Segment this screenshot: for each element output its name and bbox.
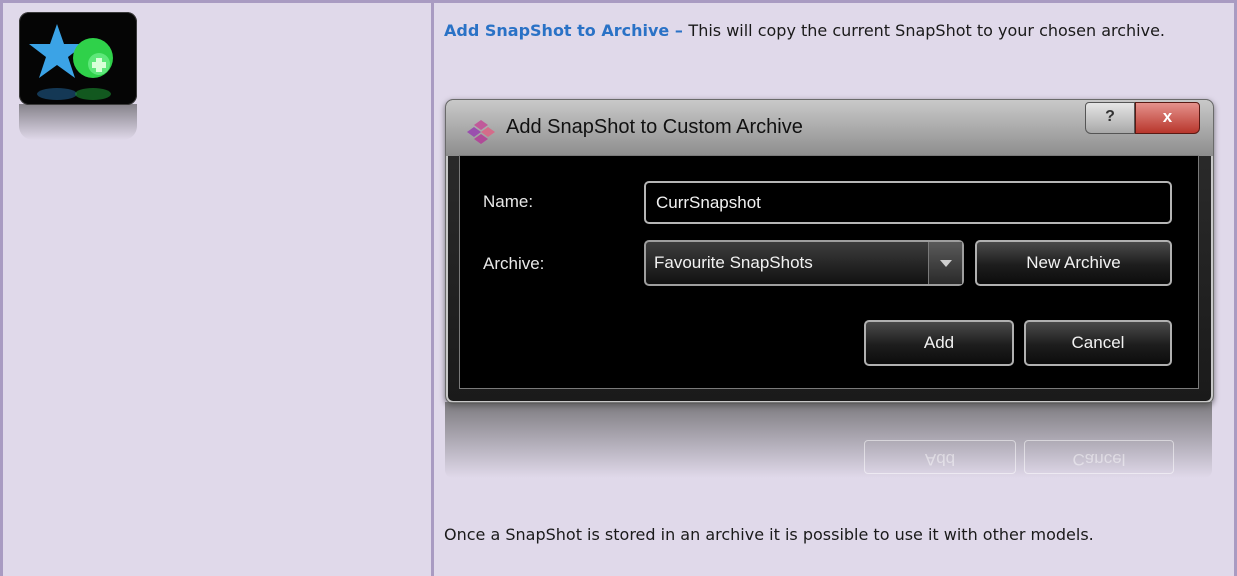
name-label: Name:: [483, 192, 534, 211]
dialog-reflection: Add Cancel: [445, 402, 1212, 478]
intro-paragraph: Add SnapShot to Archive – This will copy…: [444, 18, 1224, 44]
add-button[interactable]: Add: [864, 320, 1014, 366]
help-button[interactable]: ?: [1085, 102, 1135, 134]
new-archive-button[interactable]: New Archive: [975, 240, 1172, 286]
star-add-icon: [19, 12, 137, 105]
dialog-title: Add SnapShot to Custom Archive: [506, 116, 803, 138]
archive-select[interactable]: Favourite SnapShots: [644, 240, 964, 286]
add-button-reflection: Add: [864, 440, 1016, 474]
close-button[interactable]: x: [1135, 102, 1200, 134]
feature-title: Add SnapShot to Archive –: [444, 21, 689, 40]
archive-select-value: Favourite SnapShots: [654, 253, 813, 272]
name-input[interactable]: CurrSnapshot: [644, 181, 1172, 224]
footer-paragraph: Once a SnapShot is stored in an archive …: [444, 525, 1094, 544]
archive-label: Archive:: [483, 254, 545, 273]
chevron-down-icon[interactable]: [928, 242, 962, 284]
snapshot-app-icon: [467, 120, 495, 144]
cancel-button-reflection: Cancel: [1024, 440, 1174, 474]
icon-reflection: [19, 104, 137, 140]
star-add-icon-graphic: [29, 24, 113, 100]
feature-description: This will copy the current SnapShot to y…: [688, 21, 1166, 40]
cancel-button[interactable]: Cancel: [1024, 320, 1172, 366]
